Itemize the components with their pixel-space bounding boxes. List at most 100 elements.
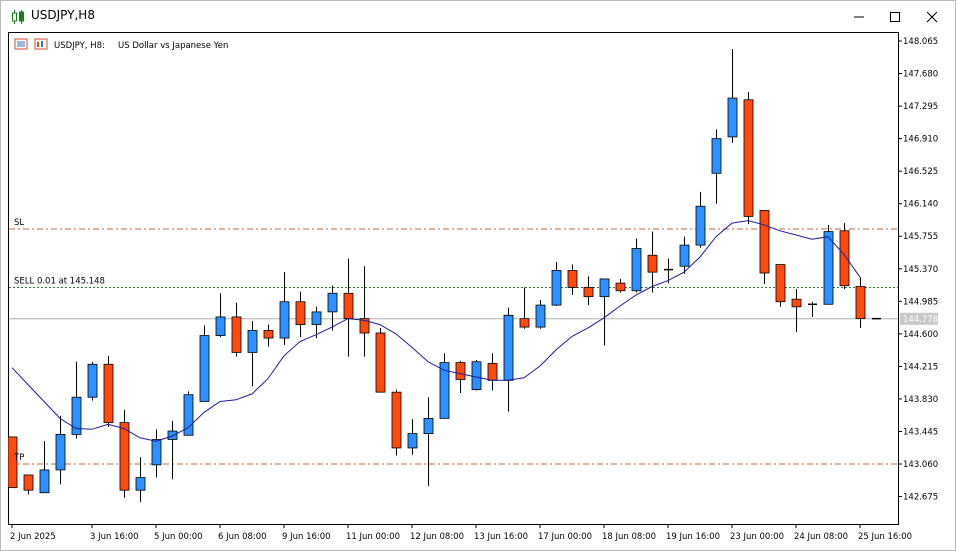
candle-body — [199, 335, 210, 402]
candle-body — [231, 316, 242, 353]
candle-body — [39, 469, 50, 494]
candle-body — [151, 439, 162, 466]
candle-body — [135, 477, 146, 491]
x-tick-label: 6 Jun 08:00 — [218, 532, 267, 542]
candle-body — [679, 244, 690, 267]
x-tick-label: 13 Jun 16:00 — [474, 532, 528, 542]
chart-window: USDJPY,H8 USDJPY, H8: US Dollar vs Japan… — [0, 0, 956, 551]
candle[interactable] — [759, 210, 770, 284]
x-tick-label: 24 Jun 08:00 — [794, 532, 848, 542]
bid-price-label: 144.778 — [903, 315, 938, 325]
candle-body — [87, 363, 98, 398]
candle-body — [567, 270, 578, 288]
y-tick-label: 146.140 — [903, 200, 938, 210]
title-bar[interactable]: USDJPY,H8 — [1, 1, 955, 32]
candle-body — [247, 330, 258, 353]
minimize-icon — [854, 16, 864, 18]
y-tick-label: 142.675 — [903, 493, 938, 503]
candle[interactable] — [199, 325, 210, 402]
x-tick-label: 23 Jun 00:00 — [730, 532, 784, 542]
candle-body — [375, 332, 386, 393]
sl-line-label: SL — [14, 218, 24, 228]
x-tick-label: 5 Jun 00:00 — [154, 532, 203, 542]
candle-body — [279, 301, 290, 339]
candle[interactable] — [103, 355, 114, 427]
y-tick-label: 143.445 — [903, 427, 938, 437]
candle[interactable] — [743, 92, 754, 224]
tp-line-label: TP — [13, 453, 24, 463]
chart-symbol-period: USDJPY, H8: — [54, 41, 105, 51]
candle-body — [263, 330, 274, 339]
candle-body — [343, 292, 354, 320]
candle-body — [791, 298, 802, 308]
candle-body — [695, 205, 706, 246]
maximize-button[interactable] — [875, 1, 915, 32]
minimize-button[interactable] — [839, 1, 879, 32]
candle-body — [647, 254, 658, 273]
candle-body — [407, 433, 418, 449]
y-tick-label: 144.985 — [903, 297, 938, 307]
candle-body — [487, 363, 498, 381]
market-depth-icon[interactable] — [34, 38, 48, 50]
candle-body — [775, 264, 786, 303]
y-tick-label: 143.060 — [903, 460, 938, 470]
candle-body — [471, 361, 482, 391]
close-icon — [926, 11, 938, 23]
candle-body — [215, 316, 226, 336]
y-tick-label: 148.065 — [903, 37, 938, 47]
candle-body — [839, 230, 850, 287]
candle-body — [727, 97, 738, 138]
candle-body — [711, 138, 722, 174]
candle[interactable] — [471, 360, 482, 391]
x-tick-label: 25 Jun 16:00 — [858, 532, 912, 542]
candle[interactable] — [839, 223, 850, 290]
window-title: USDJPY,H8 — [31, 8, 95, 22]
x-tick-label: 17 Jun 00:00 — [538, 532, 592, 542]
bid-price-tag: 144.778 — [900, 312, 938, 325]
candle-body — [535, 304, 546, 328]
candlestick-icon — [12, 10, 24, 24]
maximize-icon — [890, 12, 900, 22]
candle-body — [823, 231, 834, 305]
price-chart[interactable]: USDJPY, H8: US Dollar vs Japanese Yen 14… — [8, 32, 949, 546]
candle-body — [551, 270, 562, 306]
candle-body — [759, 210, 770, 274]
sell-line-label: SELL 0.01 at 145.148 — [14, 277, 105, 287]
candle-body — [423, 417, 434, 434]
y-tick-label: 147.680 — [903, 70, 938, 80]
y-tick-label: 146.525 — [903, 167, 938, 177]
x-tick-label: 12 Jun 08:00 — [410, 532, 464, 542]
candle-body — [855, 286, 866, 320]
candle[interactable] — [391, 389, 402, 456]
y-tick-label: 143.830 — [903, 395, 938, 405]
x-tick-label: 19 Jun 16:00 — [666, 532, 720, 542]
candle[interactable] — [87, 361, 98, 401]
candle-body — [599, 278, 610, 298]
one-click-trading-icon[interactable] — [14, 38, 28, 50]
candle[interactable] — [375, 327, 386, 393]
candle[interactable] — [439, 353, 450, 419]
y-tick-label: 144.215 — [903, 362, 938, 372]
candle[interactable] — [119, 409, 130, 498]
candle-body — [55, 434, 66, 471]
chart-description: US Dollar vs Japanese Yen — [118, 41, 228, 51]
chart-area[interactable]: USDJPY, H8: US Dollar vs Japanese Yen 14… — [8, 32, 949, 546]
candle-body — [631, 248, 642, 292]
candle-body — [167, 430, 178, 440]
x-tick-label: 3 Jun 16:00 — [90, 532, 139, 542]
close-button[interactable] — [912, 1, 952, 32]
candle[interactable] — [872, 317, 881, 320]
candle-body — [295, 301, 306, 325]
candle-body — [455, 362, 466, 380]
candle-body — [119, 422, 130, 491]
candle[interactable] — [775, 264, 786, 307]
y-tick-label: 145.370 — [903, 265, 938, 275]
candle-body — [23, 474, 34, 491]
candle-body — [519, 318, 530, 328]
candle-body — [103, 363, 114, 423]
candle-body — [615, 282, 626, 292]
candle-body — [311, 311, 322, 325]
y-tick-label: 147.295 — [903, 102, 938, 112]
y-tick-label: 144.600 — [903, 330, 938, 340]
x-tick-label: 9 Jun 16:00 — [282, 532, 331, 542]
